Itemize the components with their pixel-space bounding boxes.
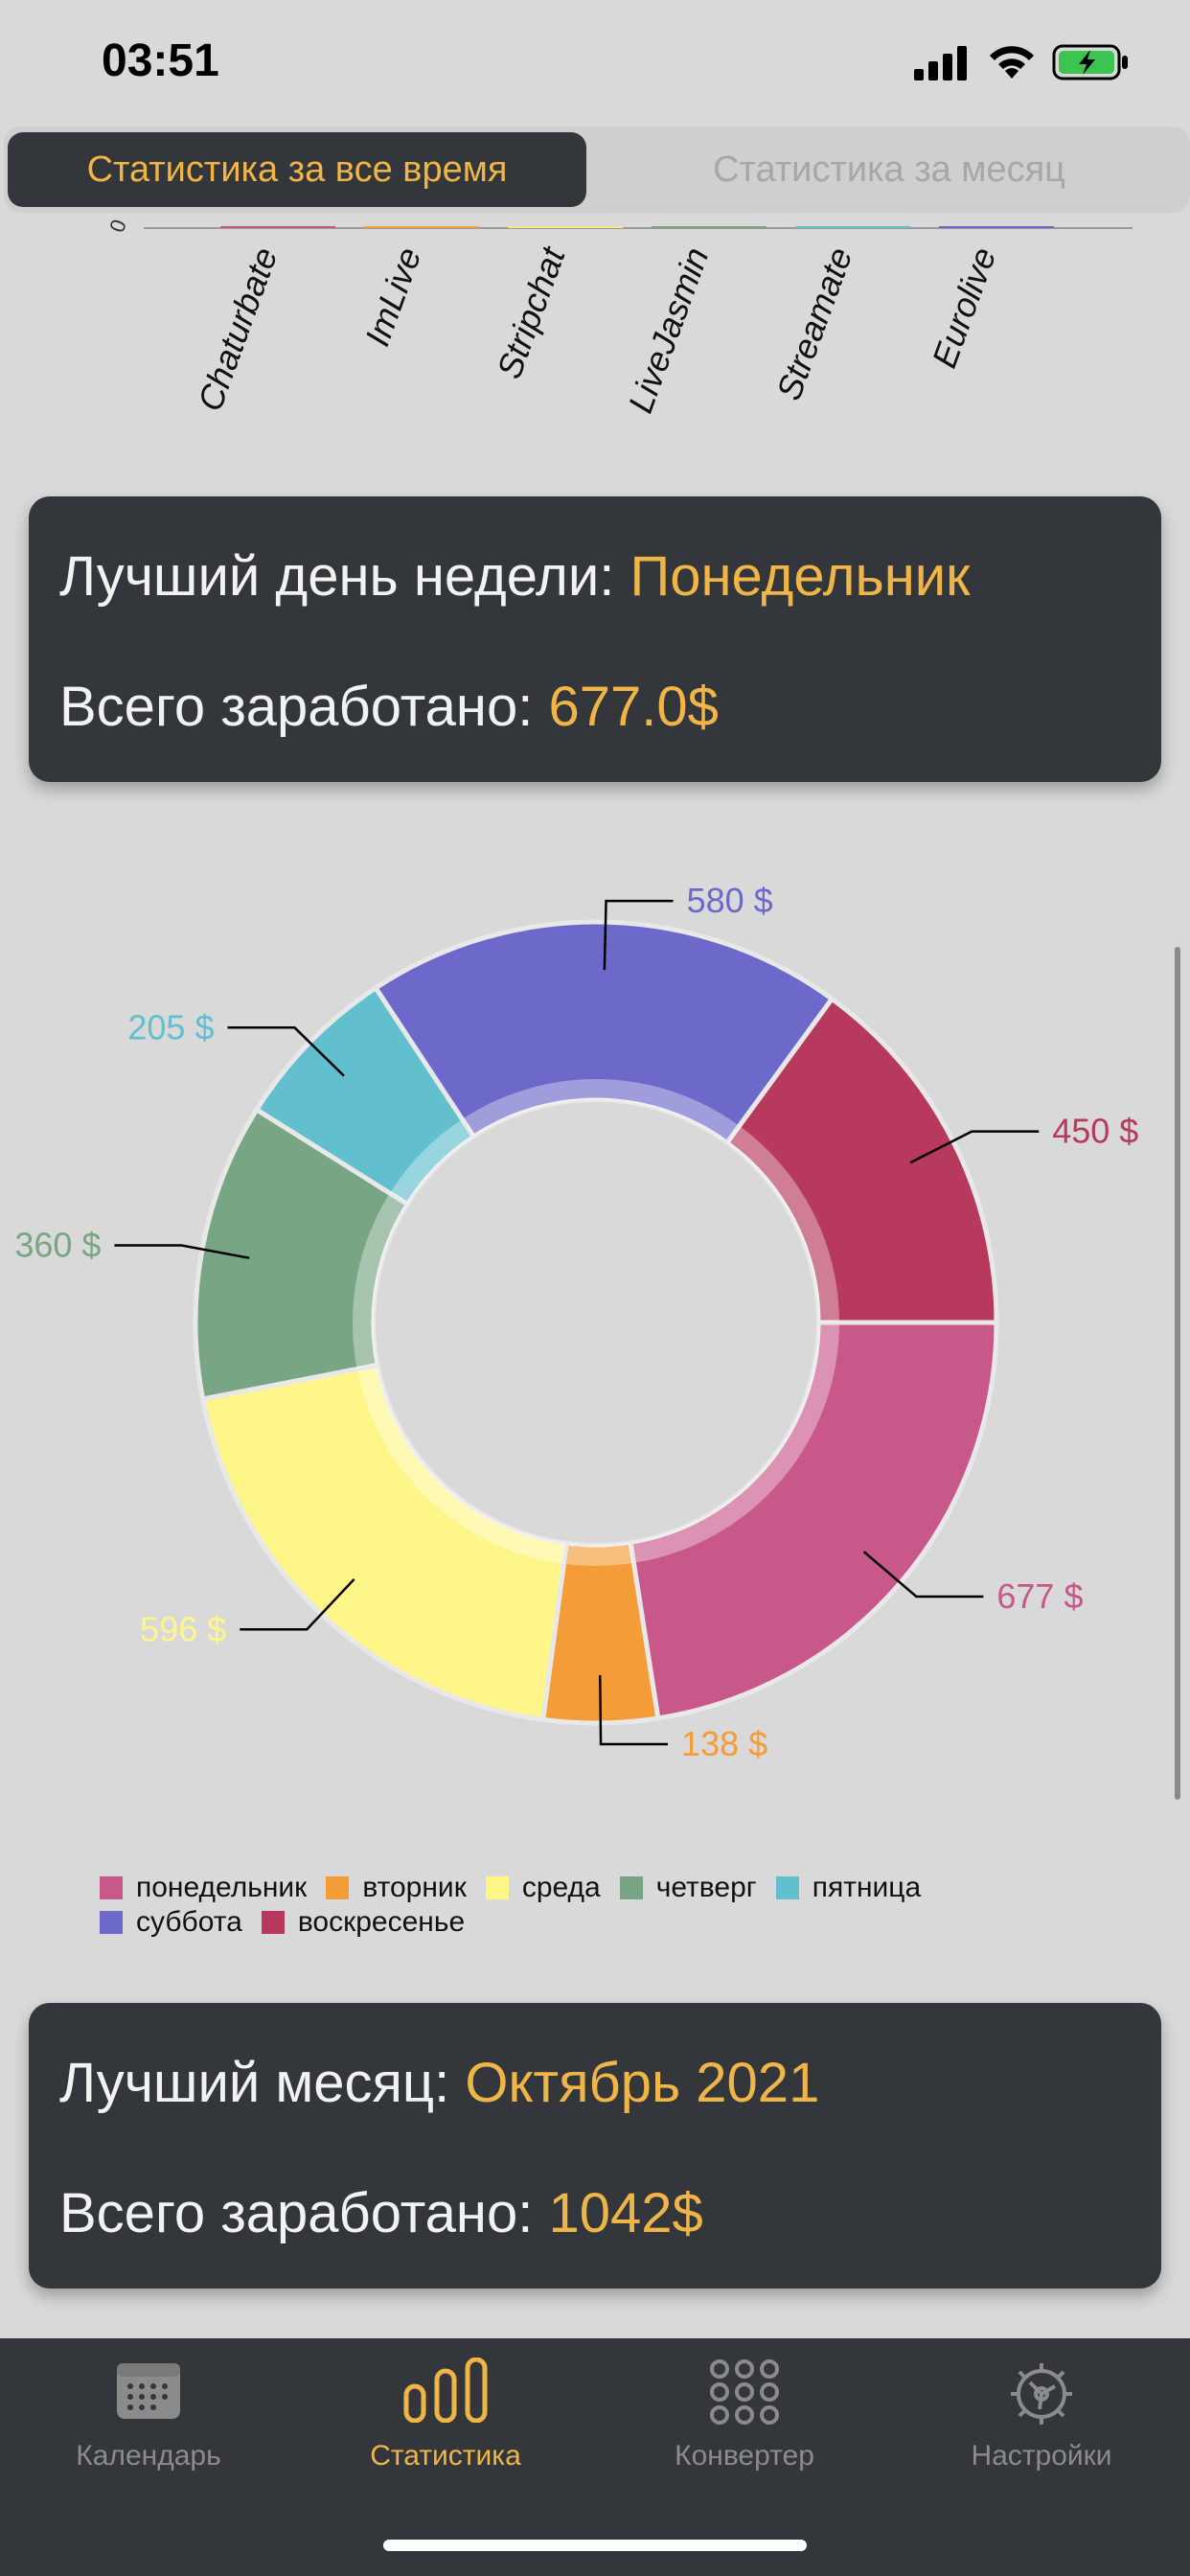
bar [795,226,910,228]
platform-bar-chart: 0 Chaturbate ImLive Stripchat LiveJasmin Stre… [104,217,1133,418]
legend-item[interactable]: среда [485,1872,601,1904]
legend-swatch [100,1911,123,1934]
tab-all-time-stats[interactable]: Статистика за все время [8,132,586,207]
tab-settings-label: Настройки [971,2440,1112,2472]
best-day-line: Лучший день недели: Понедельник [59,544,971,609]
bar [364,226,479,228]
tab-converter-label: Конвертер [675,2440,814,2472]
y-tick-label: 0 [104,217,131,236]
best-month-card: Лучший месяц: Октябрь 2021 Всего заработ… [29,2003,1161,2288]
legend-label: суббота [136,1906,242,1938]
legend-label: пятница [812,1872,922,1903]
legend-swatch [326,1876,350,1899]
best-month-total-line: Всего заработано: 1042$ [59,2181,703,2245]
signal-icon [914,46,967,80]
x-tick-label: ImLive [357,242,429,352]
tab-month-stats[interactable]: Статистика за месяц [592,132,1186,207]
legend-item[interactable]: четверг [619,1872,757,1904]
weekday-legend: понедельник вторник среда четверг пятница су… [100,1871,1058,1940]
legend-item[interactable]: пятница [775,1872,922,1904]
donut-hole [376,1102,816,1543]
bar [508,226,623,228]
legend-label: четверг [655,1872,757,1903]
slice-value-label: 677 $ [996,1576,1083,1616]
best-day-value: Понедельник [629,545,971,608]
slice-value-label: 205 $ [127,1007,214,1046]
x-tick-label: Chaturbate [190,242,285,416]
legend-swatch [485,1876,509,1899]
status-bar: 03:51 [0,0,1190,125]
x-tick-label: Eurolive [925,242,1004,373]
x-tick-label: Streamate [768,242,859,405]
slice-value-label: 580 $ [687,881,773,920]
best-month-value: Октябрь 2021 [465,2052,820,2114]
period-segmented-control: Статистика за все время Статистика за ме… [4,126,1190,213]
bar-chart-icon [403,2358,488,2423]
best-month-line: Лучший месяц: Октябрь 2021 [59,2051,819,2115]
tab-settings[interactable]: Настройки [893,2338,1190,2492]
best-day-total-line: Всего заработано: 677.0$ [59,675,719,739]
legend-label: вторник [362,1872,467,1903]
scroll-indicator[interactable] [1175,947,1180,1800]
tab-statistics[interactable]: Статистика [297,2338,594,2492]
legend-swatch [100,1876,123,1899]
legend-label: среда [521,1872,601,1903]
best-day-total-label: Всего заработано: [59,676,534,738]
gear-icon [1011,2363,1072,2425]
bar [652,226,767,228]
best-day-card: Лучший день недели: Понедельник Всего за… [29,496,1161,782]
best-month-label: Лучший месяц: [59,2052,450,2114]
weekday-donut-chart: 677 $ 138 $ 596 $ 360 $ 205 $ 580 $ 450 $ [14,881,1138,1763]
home-indicator [383,2540,807,2551]
bar [220,226,335,228]
best-day-total-value: 677.0$ [548,676,719,738]
x-tick-label: Stripchat [489,241,573,383]
grid-dots-icon [710,2359,779,2425]
best-month-total-label: Всего заработано: [59,2182,534,2244]
legend-item[interactable]: понедельник [100,1872,307,1904]
x-tick-label: LiveJasmin [620,242,716,418]
wifi-icon [990,46,1034,79]
legend-item[interactable]: воскресенье [261,1906,466,1939]
legend-item[interactable]: суббота [100,1906,242,1939]
legend-swatch [775,1876,799,1899]
best-day-label: Лучший день недели: [59,545,615,608]
slice-value-label: 138 $ [681,1724,767,1763]
best-month-total-value: 1042$ [548,2182,703,2244]
slice-value-label: 360 $ [14,1226,101,1265]
tab-statistics-label: Статистика [370,2440,521,2472]
legend-label: понедельник [136,1872,308,1903]
tab-calendar[interactable]: Календарь [0,2338,297,2492]
calendar-icon [117,2363,180,2419]
status-time: 03:51 [102,35,219,86]
slice-value-label: 450 $ [1052,1112,1138,1151]
legend-label: воскресенье [297,1906,466,1938]
slice-value-label: 596 $ [140,1609,226,1648]
legend-swatch [261,1911,285,1934]
donut-inner-highlight [563,1542,634,1566]
bar [939,226,1054,228]
battery-charging-icon [1052,44,1128,80]
legend-swatch [619,1876,643,1899]
legend-item[interactable]: вторник [326,1872,467,1904]
tab-converter[interactable]: Конвертер [596,2338,893,2492]
tab-calendar-label: Календарь [76,2440,221,2472]
